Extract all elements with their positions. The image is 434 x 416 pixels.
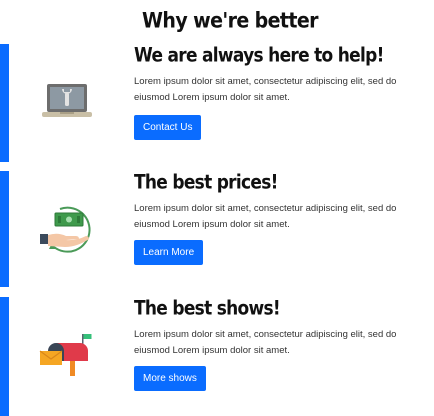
accent-bar: [0, 44, 9, 162]
learn-more-button[interactable]: Learn More: [134, 240, 204, 265]
contact-us-button[interactable]: Contact Us: [134, 115, 202, 140]
feature-description: Lorem ipsum dolor sit amet, consectetur …: [134, 76, 397, 103]
feature-card-support: We are always here to help! Lorem ipsum …: [0, 44, 434, 162]
feature-card-prices: The best prices! Lorem ipsum dolor sit a…: [0, 171, 434, 287]
feature-description: Lorem ipsum dolor sit amet, consectetur …: [134, 329, 397, 356]
laptop-wrench-icon: [38, 72, 96, 130]
accent-bar: [0, 297, 9, 416]
feature-heading: The best shows!: [134, 297, 281, 320]
feature-card-shows: The best shows! Lorem ipsum dolor sit am…: [0, 297, 434, 416]
more-shows-button[interactable]: More shows: [134, 366, 206, 391]
mailbox-icon: [38, 327, 96, 385]
money-hand-icon: [38, 201, 96, 259]
feature-heading: The best prices!: [134, 171, 278, 194]
page-title: Why we're better: [142, 8, 319, 34]
feature-description: Lorem ipsum dolor sit amet, consectetur …: [134, 203, 397, 230]
accent-bar: [0, 171, 9, 287]
feature-heading: We are always here to help!: [134, 44, 384, 67]
